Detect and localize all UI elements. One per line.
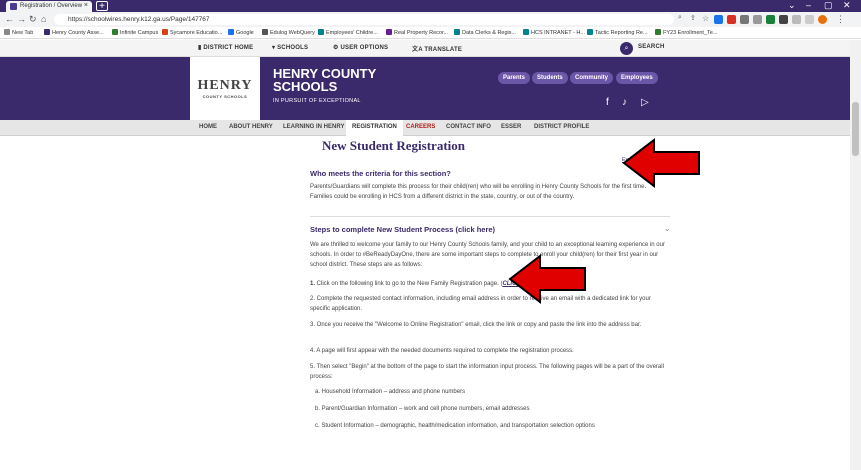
schools-dropdown[interactable]: ▾ SCHOOLS: [272, 44, 308, 51]
bookmark-item[interactable]: Real Property Recor...: [386, 29, 448, 36]
profile-avatar-icon[interactable]: [818, 15, 827, 24]
nav-careers[interactable]: CAREERS: [406, 124, 435, 130]
address-bar-row: ← → ↻ ⌂ https://schoolwires.henry.k12.ga…: [0, 12, 861, 27]
students-link[interactable]: Students: [532, 72, 568, 84]
share-icon[interactable]: ⇪: [690, 14, 696, 22]
zoom-icon[interactable]: ⌕: [678, 14, 682, 22]
nav-about-henry[interactable]: ABOUT HENRY: [229, 124, 273, 130]
red-arrow-annotation: [622, 138, 700, 188]
bookmark-item[interactable]: Data Clerks & Regis...: [454, 29, 516, 36]
steps-intro: We are thrilled to welcome your family t…: [310, 242, 665, 268]
bookmark-item[interactable]: Edulog WebQuery: [262, 29, 315, 36]
home-icon[interactable]: ⌂: [41, 14, 46, 24]
search-icon[interactable]: ⌕: [620, 42, 633, 55]
accordion-heading-steps[interactable]: Steps to complete New Student Process (c…: [310, 225, 495, 234]
translate-icon: 文A: [412, 47, 423, 53]
step-3: 3. Once you receive the "Welcome to Onli…: [310, 322, 642, 328]
utility-nav: ▮ DISTRICT HOME ▾ SCHOOLS ⚙ USER OPTIONS…: [0, 40, 850, 57]
maximize-icon[interactable]: ▢: [824, 0, 833, 11]
nav-district-profile[interactable]: DISTRICT PROFILE: [534, 124, 589, 130]
nav-esser[interactable]: ESSER: [501, 124, 521, 130]
step-5c: c. Student Information – demographic, he…: [315, 423, 595, 429]
chevron-down-icon[interactable]: ⌄: [664, 224, 671, 233]
url-text: https://schoolwires.henry.k12.ga.us/Page…: [68, 16, 210, 23]
gear-icon: ⚙: [333, 45, 339, 51]
step-1: 1. Click on the following link to go to …: [310, 279, 670, 289]
bookmark-item[interactable]: HCS INTRANET - H...: [523, 29, 585, 36]
close-window-icon[interactable]: ✕: [843, 0, 851, 11]
bookmark-item[interactable]: FY23 Enrollment_Te...: [655, 29, 717, 36]
main-nav: HOME ABOUT HENRY LEARNING IN HENRY REGIS…: [0, 120, 850, 136]
bookmark-item[interactable]: Sycamore Educatio...: [162, 29, 222, 36]
bookmark-item[interactable]: Google: [228, 29, 254, 36]
nav-learning-in-henry[interactable]: LEARNING IN HENRY: [283, 124, 344, 130]
school-name: HENRY COUNTY SCHOOLS: [273, 66, 377, 94]
community-link[interactable]: Community: [570, 72, 613, 84]
employees-link[interactable]: Employees: [616, 72, 658, 84]
forward-icon[interactable]: →: [17, 14, 26, 24]
side-panel-icon[interactable]: [805, 15, 814, 24]
parents-link[interactable]: Parents: [498, 72, 531, 84]
divider: [310, 216, 670, 217]
search-link[interactable]: SEARCH: [638, 44, 665, 50]
twitter-icon[interactable]: ♪: [622, 97, 627, 108]
bookmarks-bar: New Tab Henry County Asse... Infinite Ca…: [0, 27, 861, 39]
site-header: HENRY COUNTY SCHOOLS HENRY COUNTY SCHOOL…: [0, 57, 850, 120]
extension-icon[interactable]: [753, 15, 762, 24]
youtube-icon[interactable]: ▷: [641, 97, 649, 108]
nav-registration[interactable]: REGISTRATION: [346, 120, 403, 136]
translate-link[interactable]: 文A TRANSLATE: [412, 44, 462, 53]
step-5b: b. Parent/Guardian Information – work an…: [315, 406, 530, 412]
browser-tab-strip: Registration / Overview × + ⌄ – ▢ ✕: [0, 0, 861, 12]
criteria-text: Parents/Guardians will complete this pro…: [310, 184, 647, 200]
nav-contact-info[interactable]: CONTACT INFO: [446, 124, 491, 130]
back-icon[interactable]: ←: [5, 14, 14, 24]
user-options-link[interactable]: ⚙ USER OPTIONS: [333, 44, 388, 51]
bookmark-item[interactable]: Infinite Campus: [112, 29, 158, 36]
nav-home[interactable]: HOME: [199, 124, 217, 130]
red-arrow-annotation: [508, 254, 586, 304]
accordion-heading-criteria[interactable]: Who meets the criteria for this section?: [310, 169, 451, 178]
district-logo[interactable]: HENRY COUNTY SCHOOLS: [190, 57, 260, 120]
step-2: 2. Complete the requested contact inform…: [310, 296, 651, 312]
site-favicon-icon: [10, 3, 17, 10]
extension-icon[interactable]: [766, 15, 775, 24]
tab-title: Registration / Overview: [20, 3, 83, 9]
extension-icon[interactable]: [779, 15, 788, 24]
bookmark-item[interactable]: Employees' Childre...: [318, 29, 378, 36]
bookmark-item[interactable]: New Tab: [4, 29, 33, 36]
step-4: 4. A page will first appear with the nee…: [310, 348, 574, 354]
new-tab-icon[interactable]: +: [96, 1, 108, 12]
step-5: 5. Then select "Begin" at the bottom of …: [310, 364, 664, 380]
motto: IN PURSUIT OF EXCEPTIONAL: [273, 98, 361, 104]
tab-search-icon[interactable]: ⌄: [788, 0, 796, 11]
close-tab-icon[interactable]: ×: [84, 2, 88, 9]
bookmark-item[interactable]: Henry County Asse...: [44, 29, 104, 36]
page-title: New Student Registration: [322, 138, 465, 153]
extension-icon[interactable]: [727, 15, 736, 24]
browser-tab[interactable]: Registration / Overview ×: [6, 1, 92, 12]
minimize-icon[interactable]: –: [806, 0, 811, 10]
reload-icon[interactable]: ↻: [29, 14, 37, 25]
bookmark-item[interactable]: Tactic Reporting Re...: [587, 29, 648, 36]
address-bar[interactable]: https://schoolwires.henry.k12.ga.us/Page…: [54, 14, 674, 25]
district-home-link[interactable]: ▮ DISTRICT HOME: [198, 44, 253, 51]
scrollbar-thumb[interactable]: [852, 102, 859, 156]
browser-menu-icon[interactable]: ⋮: [836, 14, 845, 25]
step-5a: a. Household Information – address and p…: [315, 389, 466, 395]
extension-icon[interactable]: [740, 15, 749, 24]
facebook-icon[interactable]: f: [606, 97, 609, 108]
extensions-puzzle-icon[interactable]: [792, 15, 801, 24]
extension-icon[interactable]: [714, 15, 723, 24]
bookmark-star-icon[interactable]: ☆: [702, 14, 709, 23]
